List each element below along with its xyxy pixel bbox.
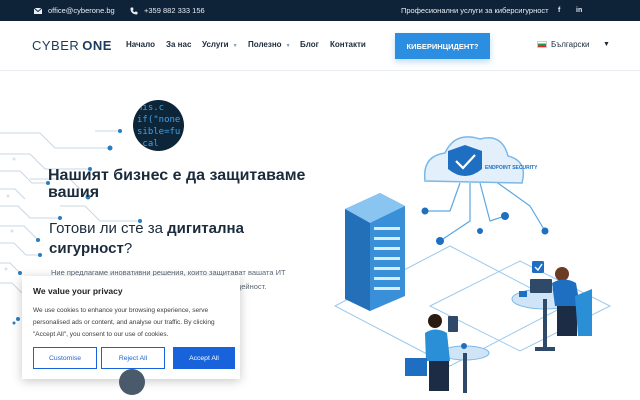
nav-item-contacts[interactable]: Контакти bbox=[330, 40, 366, 49]
server-rack-icon bbox=[345, 193, 405, 311]
hero-subtitle: Готови ли сте за дигитална сигурност? bbox=[49, 219, 279, 259]
nav-item-label: Полезно bbox=[248, 40, 282, 49]
customise-button[interactable]: Customise bbox=[33, 347, 97, 369]
cookie-consent-banner: We value your privacy We use cookies to … bbox=[22, 276, 240, 379]
accept-all-button[interactable]: Accept All bbox=[173, 347, 235, 369]
chevron-down-icon: ▼ bbox=[285, 43, 291, 49]
envelope-icon bbox=[34, 7, 42, 15]
security-illustration: ENDPOINT SECURITY bbox=[333, 136, 612, 393]
logo-text-cyber: CYBER bbox=[32, 38, 80, 53]
cloud-icon bbox=[423, 136, 525, 184]
reject-all-button[interactable]: Reject All bbox=[101, 347, 165, 369]
cyber-incident-button[interactable]: КИБЕРИНЦИДЕНТ? bbox=[395, 33, 490, 59]
nav-item-services[interactable]: Услуги ▼ bbox=[202, 40, 238, 49]
linkedin-icon[interactable]: in bbox=[576, 0, 582, 21]
desk-woman-scene bbox=[405, 314, 490, 393]
code-circle-image: nis.c if("none sible=fu .cal bbox=[133, 100, 184, 151]
chevron-down-icon[interactable]: ▼ bbox=[603, 41, 610, 48]
nav-item-useful[interactable]: Полезно ▼ bbox=[248, 40, 291, 49]
desk-man-scene bbox=[511, 261, 592, 351]
language-label: Български bbox=[551, 40, 590, 49]
cookie-body: We use cookies to enhance your browsing … bbox=[33, 307, 215, 338]
logo-text-one: ONE bbox=[82, 38, 112, 53]
endpoint-security-label: ENDPOINT SECURITY bbox=[485, 165, 538, 171]
tagline: Професионални услуги за киберсигурност bbox=[401, 6, 549, 15]
email-text[interactable]: office@cyberone.bg bbox=[48, 6, 115, 15]
hero-subtitle-suffix: ? bbox=[123, 240, 133, 257]
main-header: CYBER ONE Начало За нас Услуги ▼ Полезно ▼… bbox=[0, 21, 640, 71]
nav-item-label: Контакти bbox=[330, 40, 366, 49]
site-logo[interactable]: CYBER ONE bbox=[32, 38, 112, 53]
bulgarian-flag-icon bbox=[537, 41, 547, 48]
chat-widget-icon[interactable] bbox=[119, 369, 145, 395]
chevron-down-icon: ▼ bbox=[232, 43, 238, 49]
nav-item-label: За нас bbox=[166, 40, 192, 49]
cookie-buttons: Customise Reject All Accept All bbox=[33, 347, 235, 369]
cookie-title: We value your privacy bbox=[33, 286, 123, 296]
phone-icon bbox=[130, 7, 138, 15]
top-bar: office@cyberone.bg +359 882 333 156 Проф… bbox=[0, 0, 640, 21]
email-contact[interactable]: office@cyberone.bg bbox=[34, 0, 115, 21]
phone-contact[interactable]: +359 882 333 156 bbox=[130, 0, 205, 21]
nav-item-label: Услуги bbox=[202, 40, 229, 49]
hero-subtitle-prefix: Готови ли сте за bbox=[49, 220, 168, 237]
facebook-icon[interactable]: f bbox=[558, 0, 560, 21]
nav-item-home[interactable]: Начало bbox=[126, 40, 155, 49]
language-selector[interactable]: Български bbox=[537, 40, 590, 49]
hero-title: Нашият бизнес е да защитаваме вашия bbox=[48, 167, 306, 201]
nav-item-about[interactable]: За нас bbox=[166, 40, 191, 49]
nav-item-label: Начало bbox=[126, 40, 155, 49]
nav-item-blog[interactable]: Блог bbox=[300, 40, 319, 49]
nav-item-label: Блог bbox=[300, 40, 319, 49]
phone-text[interactable]: +359 882 333 156 bbox=[144, 6, 205, 15]
